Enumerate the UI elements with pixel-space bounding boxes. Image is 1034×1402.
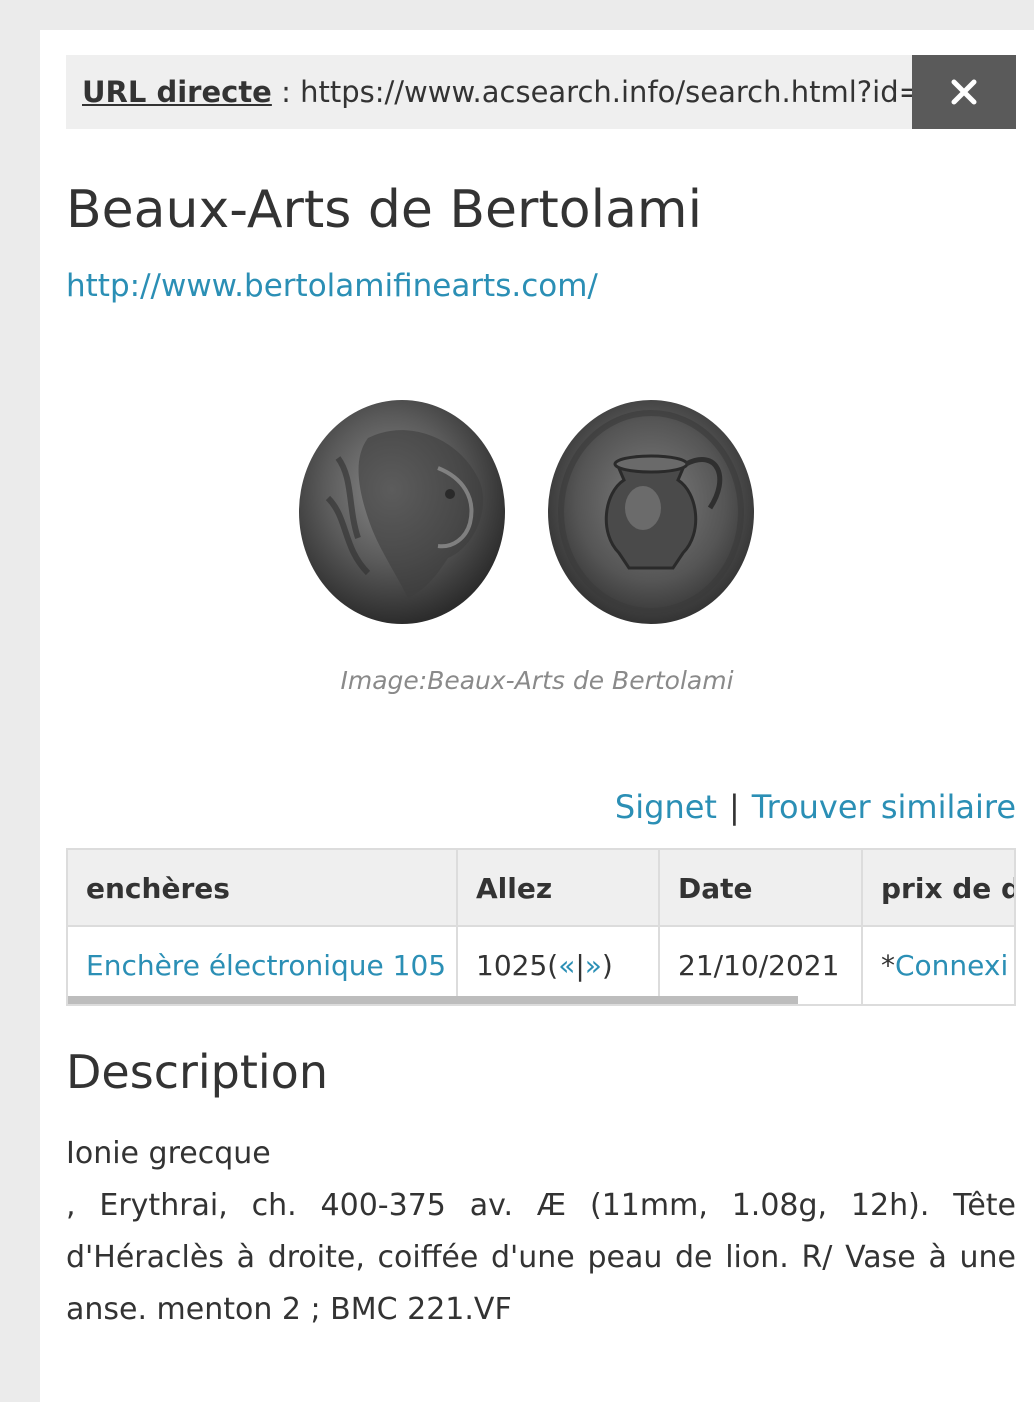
next-lot-link[interactable]: » bbox=[585, 949, 602, 982]
actions-separator: | bbox=[728, 788, 740, 826]
lot-nav-close: ) bbox=[601, 949, 613, 982]
lot-actions: Signet | Trouver similaire bbox=[615, 788, 1016, 826]
cell-auction: Enchère électronique 105 bbox=[68, 927, 458, 1004]
description-region: Ionie grecque bbox=[66, 1136, 271, 1171]
price-prefix: * bbox=[881, 949, 895, 982]
coin-obverse bbox=[299, 400, 505, 624]
direct-url-label: URL directe bbox=[82, 75, 272, 109]
description-text: Ionie grecque , Erythrai, ch. 400-375 av… bbox=[66, 1128, 1016, 1336]
image-caption: Image:Beaux-Arts de Bertolami bbox=[340, 666, 734, 695]
header-date: Date bbox=[660, 850, 863, 927]
cell-date: 21/10/2021 bbox=[660, 927, 863, 1004]
table-horizontal-scrollbar[interactable] bbox=[68, 996, 798, 1004]
direct-url-separator: : bbox=[271, 75, 301, 109]
direct-url-text[interactable]: URL directe : https://www.acsearch.info/… bbox=[82, 75, 923, 109]
lot-number: 1025 bbox=[476, 949, 548, 982]
description-body: , Erythrai, ch. 400-375 av. Æ (11mm, 1.0… bbox=[66, 1188, 1016, 1327]
direct-url-value[interactable]: https://www.acsearch.info/search.html?id… bbox=[300, 75, 923, 109]
auction-link[interactable]: Enchère électronique 105 bbox=[86, 949, 446, 982]
close-icon bbox=[951, 79, 977, 105]
bookmark-link[interactable]: Signet bbox=[615, 788, 717, 826]
cell-starting-price: * Connexi bbox=[863, 927, 1014, 1004]
header-starting-price: prix de dé bbox=[881, 872, 1014, 905]
auction-house-title: Beaux-Arts de Bertolami bbox=[66, 180, 703, 240]
header-auction: enchères bbox=[68, 850, 458, 927]
lot-nav-open: ( bbox=[547, 949, 559, 982]
header-lot: Allez bbox=[458, 850, 660, 927]
previous-lot-link[interactable]: « bbox=[558, 949, 575, 982]
table-row: Enchère électronique 105 1025 ( « | » ) … bbox=[68, 927, 1014, 1004]
description-heading: Description bbox=[66, 1045, 328, 1099]
find-similar-link[interactable]: Trouver similaire bbox=[752, 788, 1016, 826]
cell-lot: 1025 ( « | » ) bbox=[458, 927, 660, 1004]
close-button[interactable] bbox=[912, 55, 1016, 129]
coin-reverse bbox=[548, 400, 754, 624]
direct-url-bar: URL directe : https://www.acsearch.info/… bbox=[66, 55, 1016, 129]
table-header-row: enchères Allez Date prix de dé bbox=[68, 850, 1014, 927]
login-link[interactable]: Connexi bbox=[895, 949, 1008, 982]
coin-image[interactable] bbox=[298, 398, 788, 632]
auction-house-website-link[interactable]: http://www.bertolamifinearts.com/ bbox=[66, 268, 598, 304]
auction-info-table[interactable]: enchères Allez Date prix de dé Enchère é… bbox=[66, 848, 1016, 1006]
lot-nav-separator: | bbox=[575, 949, 585, 982]
lot-detail-panel: URL directe : https://www.acsearch.info/… bbox=[40, 30, 1034, 1402]
